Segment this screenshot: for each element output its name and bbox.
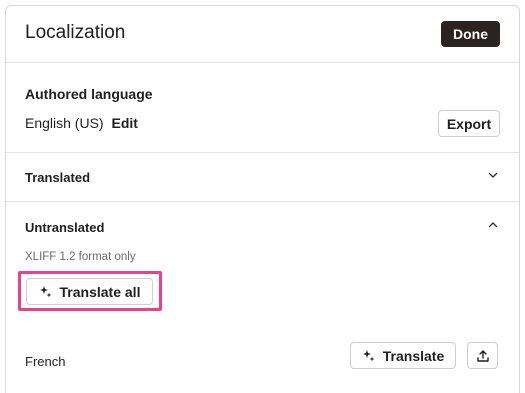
list-item: French Translate (6, 338, 519, 378)
done-button[interactable]: Done (441, 21, 500, 47)
translated-section-toggle[interactable]: Translated (6, 153, 519, 202)
untranslated-section: Untranslated XLIFF 1.2 format only Trans… (6, 202, 519, 393)
chevron-down-icon (488, 172, 498, 178)
upload-button[interactable] (467, 342, 498, 369)
panel-title: Localization (25, 22, 126, 43)
translate-button[interactable]: Translate (350, 342, 456, 369)
authored-language-value: English (US) Edit (25, 115, 138, 131)
sparkle-icon (39, 285, 52, 298)
authored-language-label: Authored language (25, 86, 153, 102)
translate-all-label: Translate all (59, 283, 141, 300)
export-button[interactable]: Export (438, 110, 500, 137)
format-note: XLIFF 1.2 format only (25, 251, 136, 263)
untranslated-section-toggle[interactable]: Untranslated (6, 202, 519, 246)
upload-icon (476, 349, 489, 362)
translate-label: Translate (382, 347, 445, 364)
untranslated-label: Untranslated (25, 220, 105, 235)
authored-language-section: Authored language English (US) Edit Expo… (6, 63, 519, 153)
sparkle-icon (362, 349, 375, 362)
chevron-up-icon (488, 222, 498, 228)
translate-all-button[interactable]: Translate all (26, 278, 153, 305)
translated-label: Translated (25, 170, 91, 185)
panel-header: Localization Done (6, 6, 519, 63)
authored-language-name: English (US) (25, 115, 104, 131)
localization-panel: Localization Done Authored language Engl… (5, 5, 520, 393)
edit-language-link[interactable]: Edit (111, 115, 137, 131)
language-name: French (25, 354, 66, 369)
